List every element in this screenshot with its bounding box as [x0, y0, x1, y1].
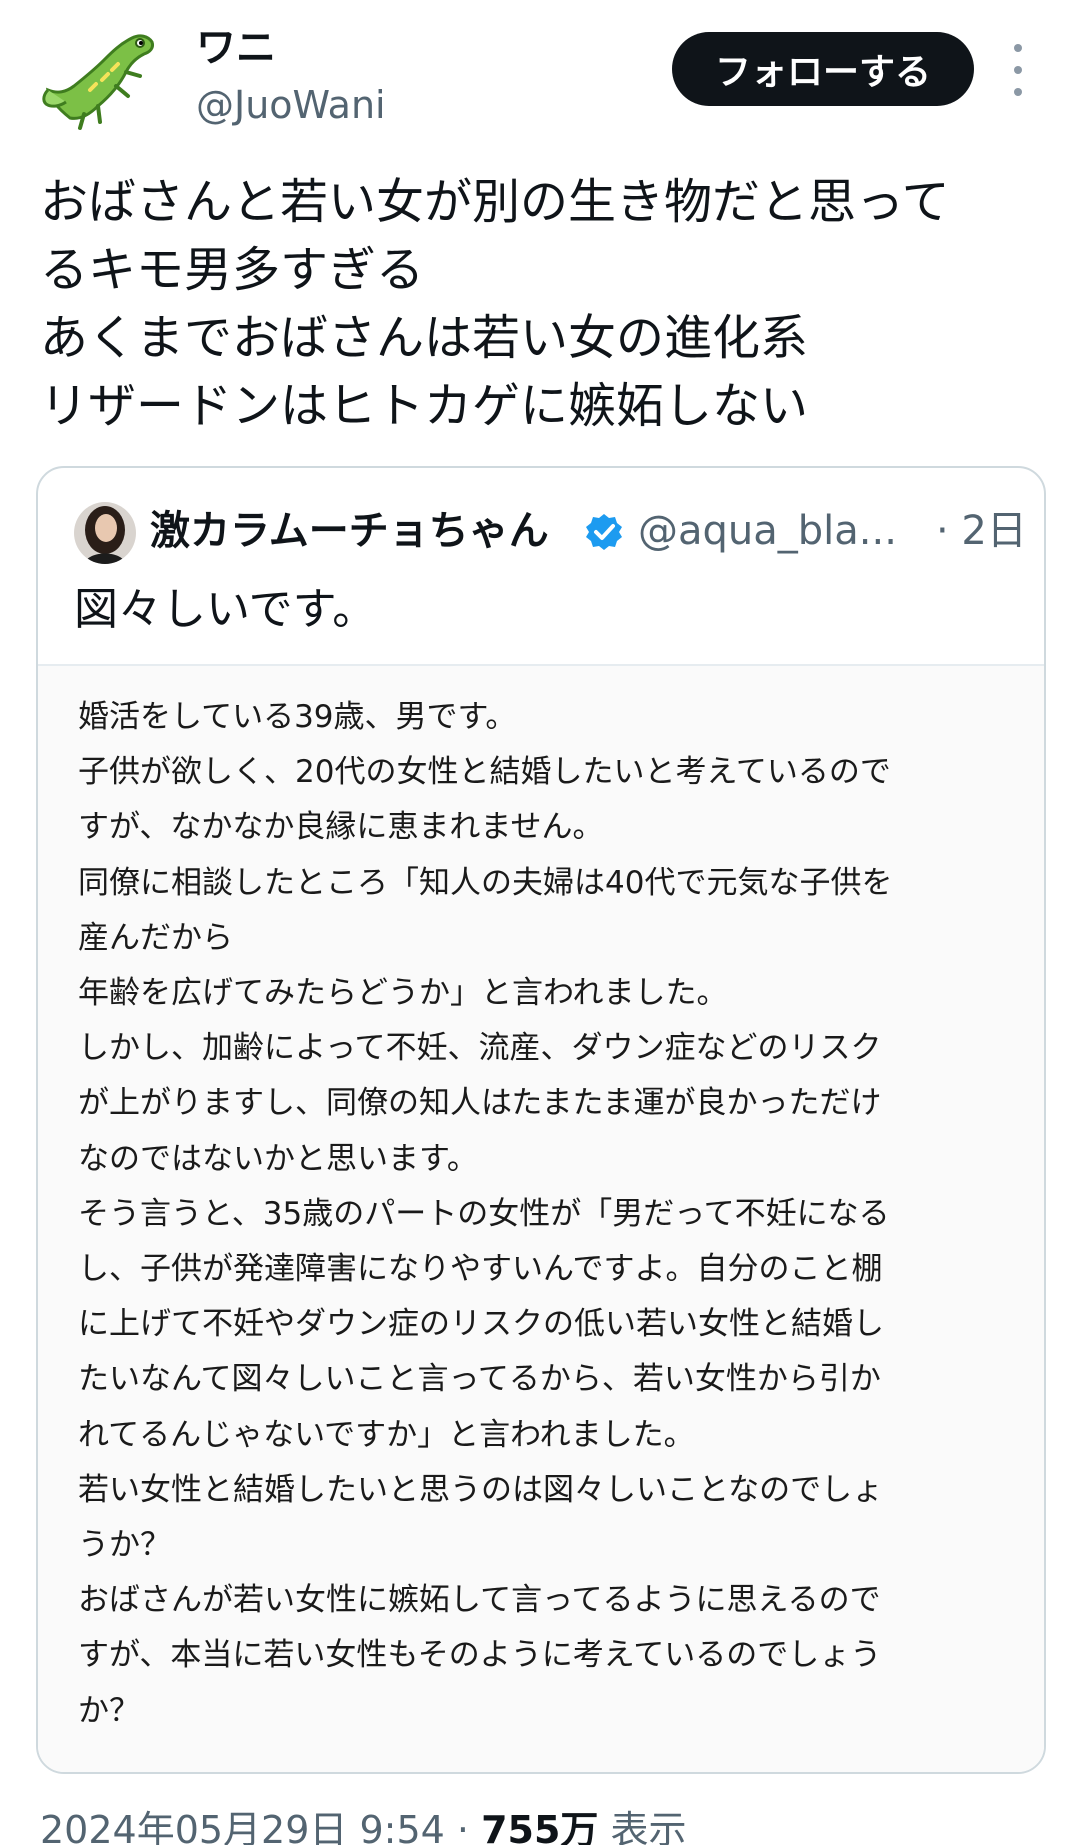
more-dot [1014, 88, 1022, 96]
quote-text: 図々しいです。 [74, 584, 377, 635]
image-text-block: 婚活をしている39歳、男です。 子供が欲しく、20代の女性と結婚したいと考えてい… [78, 690, 892, 1739]
tweet-line: おばさんと若い女が別の生き物だと思って [40, 174, 950, 230]
view-count-label: 表示 [598, 1808, 687, 1845]
image-text-line: 婚活をしている39歳、男です。 [78, 699, 517, 735]
image-text-line: 若い女性と結婚したいと思うのは図々しいことなのでしょ [78, 1471, 884, 1508]
image-text-line: たいなんて図々しいこと言ってるから、若い女性から引か [78, 1361, 881, 1398]
crocodile-icon[interactable] [40, 30, 160, 134]
tweet-line: あくまでおばさんは若い女の進化系 [40, 310, 809, 366]
image-text-line: おばさんが若い女性に嫉妬して言ってるように思えるので [78, 1582, 881, 1619]
quote-author-handle[interactable]: @aqua_bla... [638, 506, 897, 556]
more-dot [1014, 44, 1022, 52]
image-text-line: 同僚に相談したところ「知人の夫婦は40代で元気な子供を [78, 864, 893, 901]
image-text-line: しかし、加齢によって不妊、流産、ダウン症などのリスク [78, 1030, 882, 1067]
quote-attached-image[interactable]: 婚活をしている39歳、男です。 子供が欲しく、20代の女性と結婚したいと考えてい… [38, 664, 1044, 1772]
image-text-line: うか？ [78, 1527, 171, 1564]
quoted-tweet[interactable]: 激カラムーチョちゃん @aqua_bla... · 2日 図々しいです。 婚活を… [36, 466, 1046, 1774]
quote-author-avatar[interactable] [74, 502, 136, 564]
tweet-line: リザードンはヒトカゲに嫉妬しない [40, 378, 809, 434]
more-vertical-icon[interactable] [998, 44, 1038, 96]
image-text-line: に上げて不妊やダウン症のリスクの低い若い女性と結婚し [78, 1306, 884, 1343]
tweet-page: ワニ @JuoWani フォローする おばさんと若い女が別の生き物だと思って る… [0, 0, 1080, 1845]
image-text-line: すが、なかなか良縁に恵まれません。 [78, 809, 604, 846]
image-text-line: 産んだから [78, 919, 233, 956]
tweet-metadata: 2024年05月29日 9:54 · 755万 表示 [40, 1800, 687, 1845]
image-text-line: し、子供が発達障害になりやすいんですよ。自分のこと棚 [78, 1251, 883, 1288]
tweet-date[interactable]: 2024年05月29日 9:54 · [40, 1808, 481, 1845]
author-display-name[interactable]: ワニ [196, 24, 276, 72]
image-text-line: が上がりますし、同僚の知人はたまたま運が良かっただけ [78, 1085, 882, 1122]
image-text-line: すが、本当に若い女性もそのように考えているのでしょう [78, 1637, 882, 1674]
image-text-line: 子供が欲しく、20代の女性と結婚したいと考えているので [78, 754, 891, 791]
image-text-line: そう言うと、35歳のパートの女性が「男だって不妊になる [78, 1195, 890, 1232]
tweet-line: るキモ男多すぎる [40, 242, 425, 298]
image-text-line: れてるんじゃないですか」と言われました。 [78, 1416, 695, 1453]
view-count: 755万 [481, 1808, 599, 1845]
follow-button[interactable]: フォローする [672, 32, 974, 106]
tweet-text: おばさんと若い女が別の生き物だと思って るキモ男多すぎる あくまでおばさんは若い… [40, 168, 1050, 440]
image-text-line: か？ [78, 1692, 140, 1729]
verified-badge-icon [586, 514, 622, 550]
quote-timestamp[interactable]: · 2日 [936, 506, 1027, 556]
more-dot [1014, 66, 1022, 74]
quote-author-name[interactable]: 激カラムーチョちゃん [150, 506, 549, 556]
author-handle[interactable]: @JuoWani [196, 82, 386, 128]
image-text-line: なのではないかと思います。 [78, 1140, 478, 1177]
image-text-line: 年齢を広げてみたらどうか」と言われました。 [78, 975, 728, 1012]
